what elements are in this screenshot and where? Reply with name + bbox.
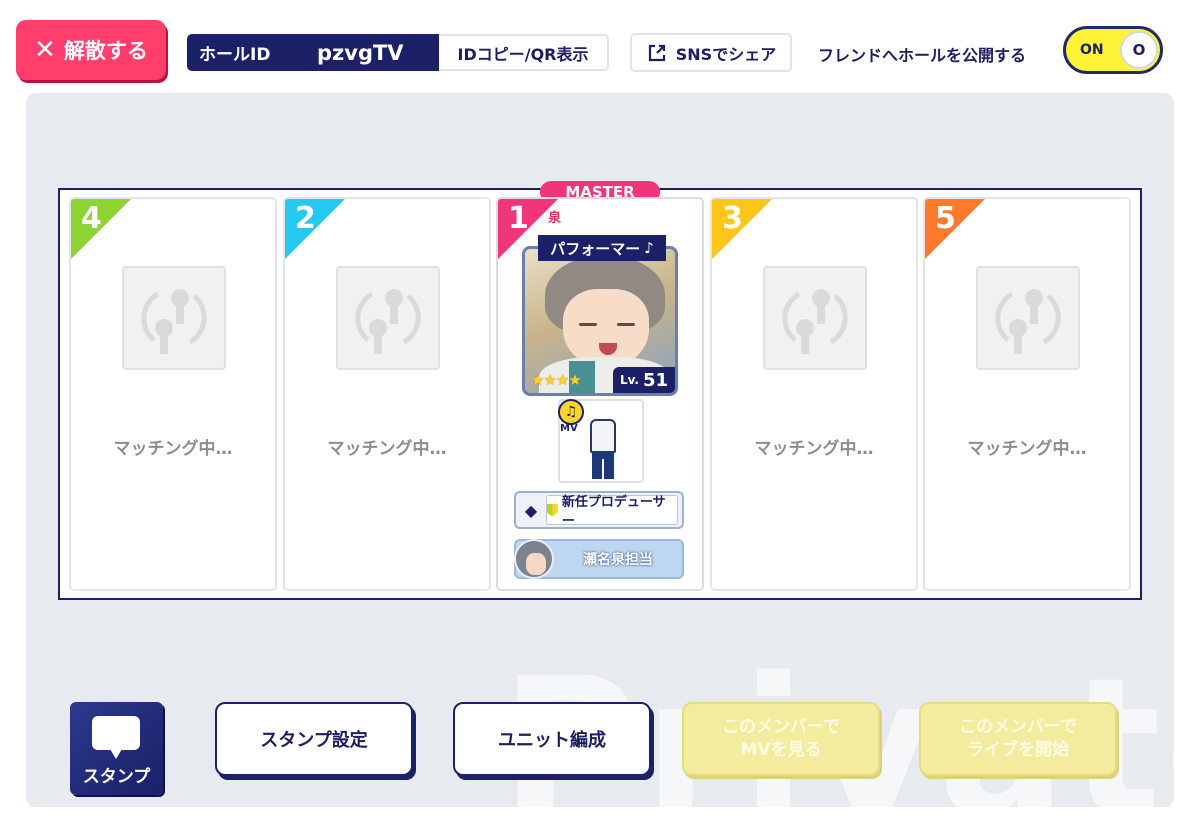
slot-number: 2 xyxy=(295,201,316,236)
toggle-state: ON xyxy=(1080,42,1104,58)
stamp-button[interactable]: スタンプ xyxy=(70,702,163,795)
note-icon: ♪ xyxy=(644,239,654,257)
watch-mv-label: このメンバーで MVを見る xyxy=(722,717,840,760)
matching-status: マッチング中… xyxy=(754,439,874,459)
stamp-label: スタンプ xyxy=(82,767,151,787)
slot-number: 3 xyxy=(722,201,743,236)
publish-toggle[interactable]: ON O xyxy=(1063,26,1163,74)
level-value: 51 xyxy=(643,369,669,391)
card-eye xyxy=(617,323,635,326)
avatar xyxy=(514,539,554,579)
producer-title-plate: ◆ 新任プロデューサー xyxy=(514,491,684,529)
unit-formation-button[interactable]: ユニット編成 xyxy=(453,702,651,776)
outfit-top xyxy=(590,419,616,453)
slot-number: 5 xyxy=(935,201,956,236)
leaf-icon xyxy=(547,503,558,517)
member-slot-1[interactable]: 1 泉 パフォーマー ♪ ★★★★ Lv. 51 ♫ MV ◆ 新任プロデューサ… xyxy=(496,197,704,591)
matching-icon xyxy=(122,266,226,370)
note-icon: ♫ xyxy=(558,399,584,425)
start-live-button[interactable]: このメンバーで ライブを開始 xyxy=(919,702,1117,776)
rarity-stars: ★★★★ xyxy=(531,371,582,389)
matching-status: マッチング中… xyxy=(113,439,233,459)
hall-id-value: pzvgTV xyxy=(317,40,404,65)
rank-icon: ◆ xyxy=(524,500,538,520)
share-icon xyxy=(648,44,665,61)
matching-status: マッチング中… xyxy=(967,439,1087,459)
disband-label: 解散する xyxy=(63,39,148,63)
stamp-settings-button[interactable]: スタンプ設定 xyxy=(215,702,413,776)
slot-number: 4 xyxy=(81,201,102,236)
unit-formation-label: ユニット編成 xyxy=(498,730,606,751)
card-face xyxy=(563,289,649,367)
speech-bubble-icon xyxy=(92,716,140,759)
start-live-label: このメンバーで ライブを開始 xyxy=(959,717,1077,760)
fan-plate: 瀬名泉担当 xyxy=(514,539,684,579)
slot-number: 1 xyxy=(508,201,529,236)
sns-share-button[interactable]: SNSでシェア xyxy=(630,33,792,72)
character-name: 泉 xyxy=(548,211,562,226)
producer-title: 新任プロデューサー xyxy=(561,495,666,529)
matching-icon xyxy=(763,266,867,370)
character-card[interactable]: ★★★★ Lv. 51 xyxy=(522,246,678,396)
level-label: Lv. xyxy=(619,373,639,387)
role-banner: パフォーマー ♪ xyxy=(538,235,666,261)
fan-label: 瀬名泉担当 xyxy=(583,552,653,568)
avatar-face xyxy=(526,553,546,575)
disband-button[interactable]: ✕ 解散する xyxy=(16,20,166,80)
matching-status: マッチング中… xyxy=(327,439,447,459)
hall-id-label: ホールID xyxy=(199,45,271,65)
id-copy-button[interactable]: IDコピー/QR表示 xyxy=(439,34,609,71)
matching-icon xyxy=(336,266,440,370)
close-icon: ✕ xyxy=(34,35,56,65)
card-eye xyxy=(579,323,597,326)
member-slot-4[interactable]: 4 マッチング中… xyxy=(69,197,277,591)
member-slot-3[interactable]: 3 マッチング中… xyxy=(710,197,918,591)
outfit-gap xyxy=(602,459,604,479)
member-slot-2[interactable]: 2 マッチング中… xyxy=(283,197,491,591)
toggle-knob[interactable]: O xyxy=(1120,31,1158,69)
hall-id-box: ホールID pzvgTV xyxy=(187,34,439,71)
title-inner: 新任プロデューサー xyxy=(546,495,678,529)
publish-label: フレンドへホールを公開する xyxy=(818,46,1027,65)
mv-badge-label: MV xyxy=(560,423,578,434)
watch-mv-button[interactable]: このメンバーで MVを見る xyxy=(682,702,880,776)
mv-badge: ♫ MV xyxy=(558,399,588,434)
matching-icon xyxy=(976,266,1080,370)
level-badge: Lv. 51 xyxy=(613,367,675,393)
id-copy-label: IDコピー/QR表示 xyxy=(457,44,589,64)
sns-share-label: SNSでシェア xyxy=(675,44,777,64)
member-slot-5[interactable]: 5 マッチング中… xyxy=(923,197,1131,591)
stamp-settings-label: スタンプ設定 xyxy=(260,730,368,751)
role-label: パフォーマー xyxy=(550,239,641,258)
